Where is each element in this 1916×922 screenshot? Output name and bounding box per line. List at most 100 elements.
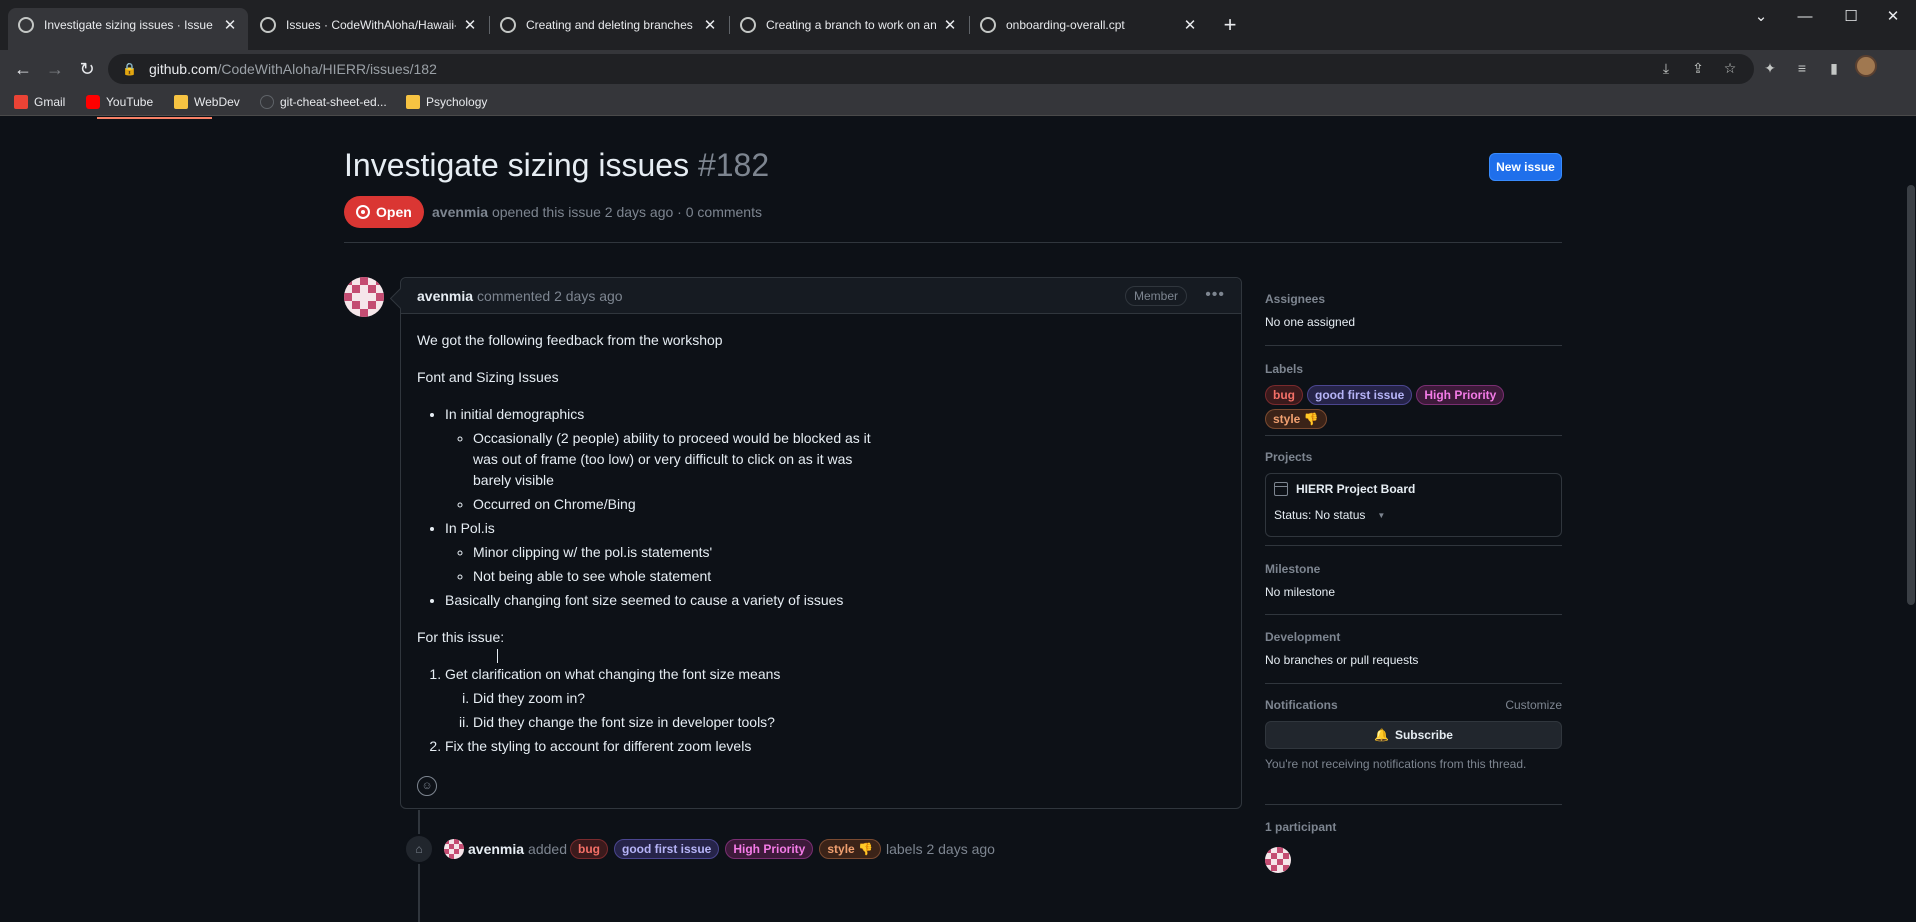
browser-tab[interactable]: Creating a branch to work on an ✕ (730, 8, 968, 42)
media-icon[interactable]: ≡ (1792, 60, 1812, 80)
project-status-dropdown[interactable]: Status: No status ▼ (1274, 508, 1553, 522)
development-section: Development No branches or pull requests (1265, 627, 1562, 667)
side-panel-icon[interactable]: ▮ (1824, 60, 1844, 80)
browser-tab-bar: Investigate sizing issues · Issue # ✕ Is… (0, 0, 1916, 50)
label-style[interactable]: style 👎 (1265, 409, 1327, 429)
url-text: github.com/CodeWithAloha/HIERR/issues/18… (149, 61, 437, 77)
scrollbar-thumb[interactable] (1907, 185, 1915, 605)
address-bar[interactable]: 🔒 github.com/CodeWithAloha/HIERR/issues/… (108, 54, 1754, 84)
timeline-author-link[interactable]: avenmia (468, 841, 524, 857)
project-name[interactable]: HIERR Project Board (1274, 482, 1553, 496)
comment-timestamp[interactable]: commented 2 days ago (477, 288, 623, 304)
labels-section: Labels bug good first issue High Priorit… (1265, 359, 1562, 429)
profile-avatar[interactable] (1855, 55, 1877, 77)
avatar[interactable] (444, 839, 464, 859)
back-icon[interactable]: ← (10, 56, 36, 82)
github-icon (260, 17, 276, 33)
text-cursor (497, 649, 499, 663)
new-tab-button[interactable]: + (1218, 12, 1242, 38)
sidebar-divider (1265, 345, 1562, 346)
customize-link[interactable]: Customize (1505, 698, 1562, 712)
table-icon (1274, 482, 1288, 496)
bookmark-webdev[interactable]: WebDev (174, 92, 240, 112)
issue-meta-text: opened this issue 2 days ago · 0 comment… (491, 204, 762, 220)
issue-meta: avenmia opened this issue 2 days ago · 0… (432, 204, 762, 220)
window-close-icon[interactable]: ✕ (1870, 0, 1916, 32)
subscribe-button[interactable]: 🔔 Subscribe (1265, 721, 1562, 749)
issue-state-label: Open (376, 204, 412, 220)
label-good-first-issue[interactable]: good first issue (1307, 385, 1413, 405)
install-icon[interactable]: ⤓ (1656, 60, 1676, 80)
assignees-heading[interactable]: Assignees (1265, 289, 1562, 309)
milestone-heading[interactable]: Milestone (1265, 559, 1562, 579)
tab-title: Issues · CodeWithAloha/Hawaii- (286, 18, 456, 32)
list-item: Not being able to see whole statement (473, 566, 1225, 587)
subscribe-label: Subscribe (1394, 728, 1453, 742)
label-good-first-issue[interactable]: good first issue (613, 839, 720, 859)
extensions-icon[interactable]: ✦ (1760, 60, 1780, 80)
steps-list: Get clarification on what changing the f… (417, 664, 1225, 757)
kebab-menu-icon[interactable]: ••• (1205, 286, 1225, 304)
close-icon[interactable]: ✕ (222, 16, 238, 34)
label-style[interactable]: style 👎 (819, 839, 881, 859)
browser-tab-active[interactable]: Investigate sizing issues · Issue # ✕ (8, 8, 248, 50)
avatar[interactable] (344, 277, 384, 317)
maximize-icon[interactable]: ☐ (1828, 0, 1874, 32)
browser-tab[interactable]: Issues · CodeWithAloha/Hawaii- ✕ (250, 8, 488, 42)
label-high-priority[interactable]: High Priority (725, 839, 814, 859)
scrollbar[interactable] (1906, 117, 1916, 922)
caret-down-icon: ▼ (1377, 510, 1386, 520)
notifications-heading: Notifications Customize (1265, 695, 1562, 715)
bookmark-psychology[interactable]: Psychology (406, 92, 487, 112)
label-bug[interactable]: bug (569, 839, 608, 859)
share-icon[interactable]: ⇪ (1688, 60, 1708, 80)
reload-icon[interactable]: ↻ (74, 56, 100, 82)
project-card: HIERR Project Board Status: No status ▼ (1265, 473, 1562, 537)
list-item: In Pol.is Minor clipping w/ the pol.is s… (445, 518, 1225, 587)
comment-header: avenmia commented 2 days ago Member ••• (401, 278, 1241, 314)
tab-search-icon[interactable]: ⌄ (1738, 0, 1784, 32)
browser-toolbar: ← → ↻ 🔒 github.com/CodeWithAloha/HIERR/i… (0, 50, 1916, 88)
close-icon[interactable]: ✕ (942, 16, 958, 34)
labels-heading[interactable]: Labels (1265, 359, 1562, 379)
label-bug[interactable]: bug (1265, 385, 1303, 405)
label-high-priority[interactable]: High Priority (1416, 385, 1505, 405)
issue-title: Investigate sizing issues #182 (344, 147, 769, 184)
browser-tab[interactable]: onboarding-overall.cpt ✕ (970, 8, 1208, 42)
close-icon[interactable]: ✕ (462, 16, 478, 34)
issue-state-badge: Open (344, 196, 424, 228)
avatar[interactable] (1265, 847, 1291, 873)
lock-icon: 🔒 (122, 62, 137, 76)
tab-title: Investigate sizing issues · Issue # (44, 18, 216, 32)
new-issue-button[interactable]: New issue (1489, 153, 1562, 181)
add-reaction-icon[interactable]: ☺ (417, 776, 437, 796)
bookmark-label: git-cheat-sheet-ed... (280, 95, 387, 109)
browser-tab[interactable]: Creating and deleting branches ✕ (490, 8, 728, 42)
folder-icon (406, 95, 420, 109)
url-host: github.com (148, 61, 218, 77)
bookmark-git-cheat-sheet[interactable]: git-cheat-sheet-ed... (260, 92, 387, 112)
close-icon[interactable]: ✕ (702, 16, 718, 34)
development-heading[interactable]: Development (1265, 627, 1562, 647)
folder-icon (174, 95, 188, 109)
forward-icon[interactable]: → (42, 56, 68, 82)
tab-title: Creating and deleting branches (526, 18, 693, 32)
issue-author-link[interactable]: avenmia (432, 204, 488, 220)
tab-title: onboarding-overall.cpt (1006, 18, 1125, 32)
minimize-icon[interactable]: — (1782, 0, 1828, 32)
bookmark-youtube[interactable]: YouTube (86, 92, 153, 112)
header-divider (344, 242, 1562, 243)
comment-paragraph: Font and Sizing Issues (417, 369, 559, 385)
close-icon[interactable]: ✕ (1182, 16, 1198, 34)
comment-body: We got the following feedback from the w… (401, 314, 1241, 776)
bookmark-gmail[interactable]: Gmail (14, 92, 65, 112)
timeline-verb: added (528, 841, 567, 857)
star-icon[interactable]: ☆ (1720, 60, 1740, 80)
timeline-label-event: ⌂ avenmia added bug good first issue Hig… (404, 834, 995, 864)
projects-heading[interactable]: Projects (1265, 447, 1562, 467)
comment-author-link[interactable]: avenmia (417, 288, 473, 304)
milestone-value: No milestone (1265, 585, 1336, 599)
sidebar-divider (1265, 804, 1562, 805)
sidebar-divider (1265, 683, 1562, 684)
section-heading: Assignees (1265, 292, 1326, 306)
